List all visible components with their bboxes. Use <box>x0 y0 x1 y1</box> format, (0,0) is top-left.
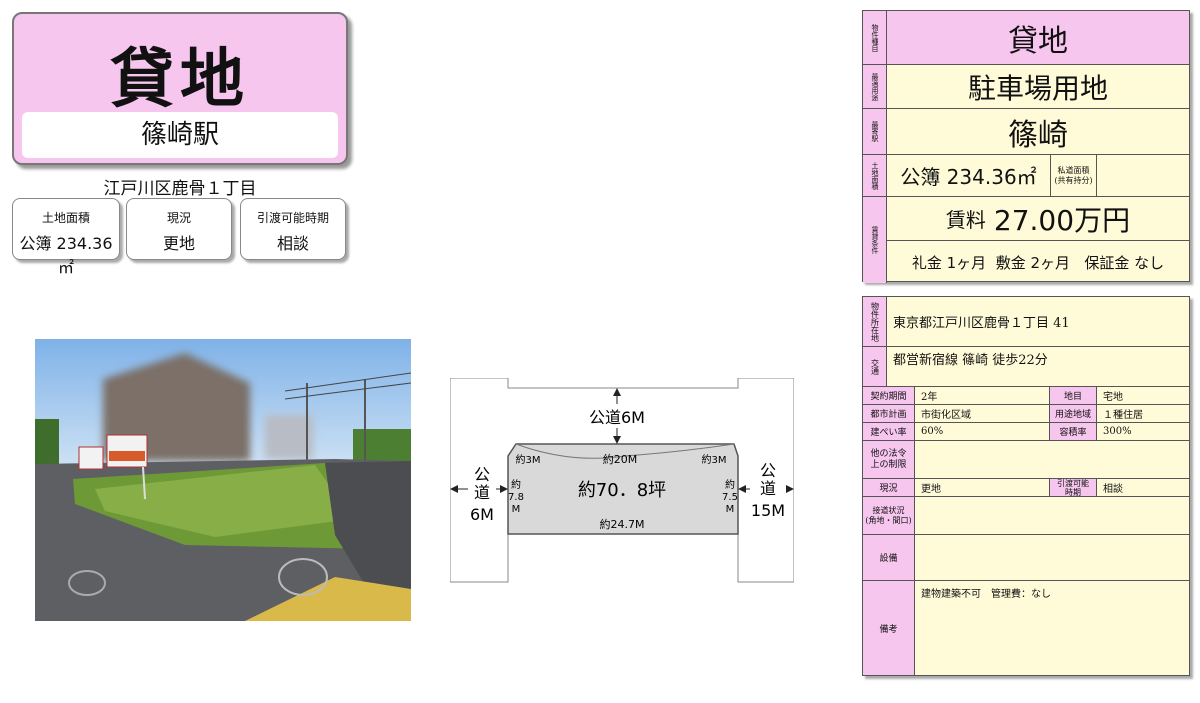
lot-area-label: 約70．8坪 <box>578 480 666 501</box>
summary-fees: 礼金 1ヶ月 敷金 2ヶ月 保証金 なし <box>911 253 1165 272</box>
left-depth-char: 約 <box>511 478 521 491</box>
info-box-value: 更地 <box>162 234 195 253</box>
info-box-handover: 引渡可能時期 相談 <box>240 198 346 260</box>
zoning-value: １種住居 <box>1103 410 1143 421</box>
details-header: 引渡可能時期 <box>1049 479 1097 497</box>
details-row-cityplan: 都市計画 市街化区域 用途地域 １種住居 <box>863 405 1189 423</box>
private-road-sub: (共有持分) <box>1054 175 1093 185</box>
station-label: 篠崎駅 <box>22 112 338 158</box>
details-row-location: 物件所在地 東京都江戸川区鹿骨１丁目 41 <box>863 297 1189 347</box>
traffic-value: 都営新宿線 篠崎 徒歩22分 <box>893 352 1048 368</box>
info-box-value: 公簿 234.36㎡ <box>19 234 113 277</box>
bcr-value: 60% <box>921 426 944 437</box>
details-row-road-access: 接道状況 (角地・間口) <box>863 497 1189 535</box>
summary-row-land: 土地面積 公簿 234.36㎡ 私道面積 (共有持分) <box>863 155 1189 197</box>
details-header: 備考 <box>863 581 915 675</box>
details-header: 地目 <box>1049 387 1097 404</box>
details-header: 交通 <box>863 347 887 386</box>
summary-station-value: 篠崎 <box>1008 117 1068 153</box>
handover-value: 相談 <box>1103 484 1123 495</box>
details-header: 容積率 <box>1049 423 1097 440</box>
details-header: 設備 <box>863 535 915 580</box>
left-depth-value: 7.8 <box>508 492 524 503</box>
corner-left-label: 約3M <box>516 453 541 466</box>
right-depth-unit: M <box>726 504 735 515</box>
details-header: 接道状況 (角地・間口) <box>863 497 915 534</box>
info-box-status: 現況 更地 <box>126 198 232 260</box>
land-category-value: 宅地 <box>1103 392 1123 403</box>
road-left-char2: 道 <box>474 483 490 502</box>
remarks-value: 建物建築不可 管理費：なし <box>921 589 1051 600</box>
details-header: 契約期間 <box>863 387 915 404</box>
info-box-label: 土地面積 <box>41 211 90 225</box>
facilities-value <box>921 535 1189 580</box>
road-left-width: 6M <box>470 505 494 524</box>
road-left-char1: 公 <box>474 465 490 484</box>
road-right-width: 15M <box>751 501 785 520</box>
title-card: 貸地 篠崎駅 <box>12 12 348 165</box>
summary-header: 土地面積 <box>863 155 887 196</box>
road-right-char2: 道 <box>760 479 776 498</box>
details-header: 建ぺい率 <box>863 423 915 440</box>
far-value: 300% <box>1103 426 1132 437</box>
plot-plan-diagram: 公道6M 公 道 6M 公 道 15M 約3M 約20M 約3M 約 7.8 M… <box>449 377 795 583</box>
summary-type-value: 貸地 <box>1008 23 1068 59</box>
summary-table: 物件種目 貸地 最適用途 駐車場用地 最寄駅 篠崎 土地面積 公簿 234.36… <box>862 10 1190 283</box>
details-row-remarks: 備考 建物建築不可 管理費：なし <box>863 581 1189 675</box>
summary-header: 最寄駅 <box>863 109 887 154</box>
summary-header: 賃貸条件 <box>863 197 887 283</box>
left-depth-unit: M <box>512 504 521 515</box>
details-row-status: 現況 更地 引渡可能時期 相談 <box>863 479 1189 497</box>
details-header: 現況 <box>863 479 915 496</box>
summary-rent: 賃料 27.00万円 <box>887 197 1189 241</box>
right-depth-char: 約 <box>725 478 735 491</box>
road-right-char1: 公 <box>760 461 776 480</box>
details-row-contract: 契約期間 2年 地目 宅地 <box>863 387 1189 405</box>
corner-right-label: 約3M <box>702 453 727 466</box>
road-top-label: 公道6M <box>589 408 645 427</box>
status-value: 更地 <box>921 484 941 495</box>
rent-value: 27.00万円 <box>993 203 1131 237</box>
road-access-value <box>921 497 1189 534</box>
details-table: 物件所在地 東京都江戸川区鹿骨１丁目 41 交通 都営新宿線 篠崎 徒歩22分 … <box>862 296 1190 676</box>
details-header: 物件所在地 <box>863 297 887 346</box>
property-photo-illustration <box>35 339 411 621</box>
city-plan-value: 市街化区域 <box>921 410 971 421</box>
top-width-label: 約20M <box>603 452 638 466</box>
details-header: 都市計画 <box>863 405 915 422</box>
other-law-value <box>921 441 1189 478</box>
summary-header: 最適用途 <box>863 65 887 108</box>
address-short: 江戸川区鹿骨１丁目 <box>103 179 257 199</box>
details-header: 他の法令上の制限 <box>863 441 915 478</box>
property-type-title: 貸地 <box>110 43 250 117</box>
details-row-ratios: 建ぺい率 60% 容積率 300% <box>863 423 1189 441</box>
plot-plan: 公道6M 公 道 6M 公 道 15M 約3M 約20M 約3M 約 7.8 M… <box>449 377 795 584</box>
summary-use-value: 駐車場用地 <box>967 71 1108 105</box>
info-box-value: 相談 <box>276 234 309 253</box>
info-box-label: 引渡可能時期 <box>256 211 329 225</box>
bottom-width-label: 約24.7M <box>600 517 645 531</box>
private-road-label: 私道面積 <box>1057 165 1090 175</box>
summary-private-road-header: 私道面積 (共有持分) <box>1051 155 1097 196</box>
details-row-facilities: 設備 <box>863 535 1189 581</box>
details-row-traffic: 交通 都営新宿線 篠崎 徒歩22分 <box>863 347 1189 387</box>
summary-row-type: 物件種目 貸地 <box>863 11 1189 65</box>
contract-period-value: 2年 <box>921 392 938 403</box>
details-header: 用途地域 <box>1049 405 1097 422</box>
right-depth-value: 7.5 <box>722 492 738 503</box>
summary-row-station: 最寄駅 篠崎 <box>863 109 1189 155</box>
summary-row-terms: 賃貸条件 賃料 27.00万円 礼金 1ヶ月 敷金 2ヶ月 保証金 なし <box>863 197 1189 283</box>
road-access-sub: (角地・間口) <box>865 515 912 525</box>
summary-header: 物件種目 <box>863 11 887 64</box>
summary-row-use: 最適用途 駐車場用地 <box>863 65 1189 109</box>
road-access-label: 接道状況 <box>872 505 905 515</box>
info-box-land-area: 土地面積 公簿 234.36㎡ <box>12 198 120 277</box>
rent-label: 賃料 <box>945 208 986 232</box>
location-value: 東京都江戸川区鹿骨１丁目 41 <box>893 316 1070 331</box>
info-box-label: 現況 <box>166 211 191 225</box>
property-photo <box>35 339 411 621</box>
details-row-other-law: 他の法令上の制限 <box>863 441 1189 479</box>
summary-land-value: 公簿 234.36㎡ <box>887 155 1051 196</box>
